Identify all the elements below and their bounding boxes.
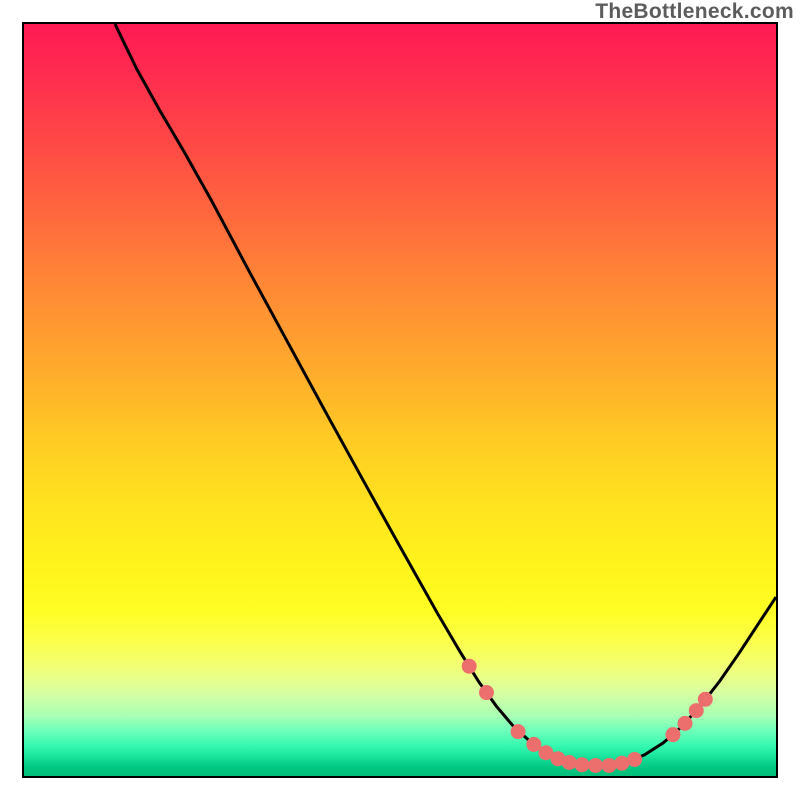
curve-marker bbox=[678, 716, 692, 730]
curve-marker bbox=[589, 758, 603, 772]
curve-marker bbox=[511, 725, 525, 739]
curve-marker bbox=[562, 755, 576, 769]
curve-marker bbox=[479, 686, 493, 700]
curve-marker bbox=[602, 758, 616, 772]
curve-markers bbox=[462, 659, 712, 772]
curve-marker bbox=[689, 704, 703, 718]
curve-line bbox=[115, 24, 776, 766]
curve-marker bbox=[698, 692, 712, 706]
chart-svg bbox=[24, 24, 776, 776]
curve-marker bbox=[527, 737, 541, 751]
watermark-text: TheBottleneck.com bbox=[595, 0, 794, 24]
curve-marker bbox=[575, 758, 589, 772]
chart-plot-area bbox=[22, 22, 778, 778]
curve-marker bbox=[462, 659, 476, 673]
curve-marker bbox=[666, 728, 680, 742]
curve-marker bbox=[615, 756, 629, 770]
curve-marker bbox=[628, 752, 642, 766]
